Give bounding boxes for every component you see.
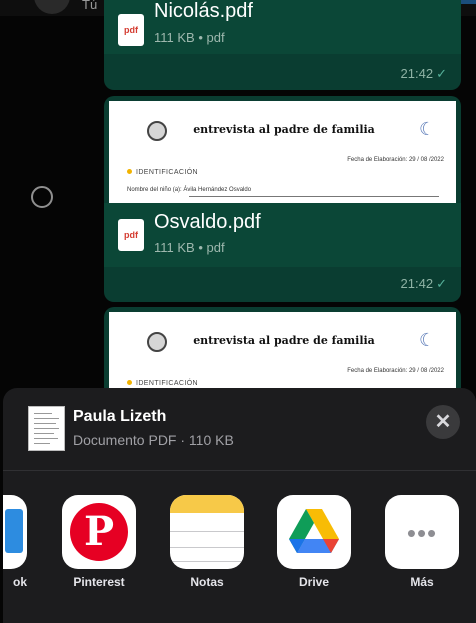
close-button[interactable]: ✕ (426, 405, 460, 439)
file-name: Nicolás.pdf (154, 0, 253, 22)
thumb-line (34, 423, 56, 424)
message-time: 21:42 ✓ (401, 276, 447, 292)
astronaut-icon (147, 332, 167, 352)
section-text: IDENTIFICACIÓN (136, 380, 198, 387)
pinterest-letter: P (83, 508, 115, 555)
thumb-line (34, 418, 59, 419)
pinterest-icon: P (62, 495, 136, 569)
app-row[interactable]: ok P Pinterest Notas Drive ••• Más (3, 471, 476, 623)
thumb-line (34, 413, 52, 414)
document-page: entrevista al padre de familia ☾ Fecha d… (109, 101, 456, 203)
thumb-line (34, 438, 58, 439)
sender-label: Tú (82, 0, 98, 12)
message-bubble[interactable]: entrevista al padre de familia ☾ Fecha d… (104, 96, 461, 302)
time-text: 21:42 (400, 66, 434, 81)
thumb-line (34, 428, 59, 429)
message-time: 21:42 ✓ (401, 66, 447, 82)
section-text: IDENTIFICACIÓN (136, 169, 198, 176)
app-notes[interactable]: Notas (170, 495, 244, 589)
section-heading: IDENTIFICACIÓN (127, 169, 198, 176)
moon-icon: ☾ (419, 119, 436, 139)
bullet-icon (127, 380, 132, 385)
file-meta: 111 KB • pdf (154, 30, 225, 45)
app-drive[interactable]: Drive (277, 495, 351, 589)
partial-app-icon (3, 495, 27, 569)
notes-line (170, 561, 244, 562)
app-label: ok (12, 575, 27, 589)
select-message-radio[interactable] (31, 186, 53, 208)
file-attachment[interactable]: pdf Nicolás.pdf 111 KB • pdf (104, 0, 461, 54)
more-dots: ••• (406, 518, 438, 548)
date-line: Fecha de Elaboración: 29 / 08 /2022 (347, 368, 444, 374)
drive-logo-svg (289, 509, 339, 553)
astronaut-icon (147, 121, 167, 141)
share-subtitle: Documento PDF · 110 KB (73, 432, 234, 448)
notes-icon (170, 495, 244, 569)
pdf-file-icon: pdf (118, 14, 144, 46)
file-meta: 111 KB • pdf (154, 240, 225, 255)
moon-icon: ☾ (419, 330, 436, 350)
pinterest-circle: P (70, 503, 128, 561)
file-attachment[interactable]: pdf Osvaldo.pdf 111 KB • pdf (104, 203, 461, 267)
app-more[interactable]: ••• Más (385, 495, 459, 589)
avatar (34, 0, 70, 14)
app-label: Más (410, 575, 434, 589)
bullet-icon (127, 169, 132, 174)
share-sheet: Paula Lizeth Documento PDF · 110 KB ✕ ok… (3, 388, 476, 623)
partial-app-mark (5, 509, 23, 553)
app-pinterest[interactable]: P Pinterest (62, 495, 136, 589)
name-line: Nombre del niño (a): Ávila Hernández Osv… (127, 187, 252, 193)
pdf-preview[interactable]: entrevista al padre de familia ☾ Fecha d… (109, 101, 456, 203)
message-bubble[interactable]: pdf Nicolás.pdf 111 KB • pdf 21:42 ✓ (104, 0, 461, 90)
app-partial[interactable]: ok (3, 495, 27, 589)
thumb-line (34, 443, 50, 444)
time-text: 21:42 (400, 276, 434, 291)
share-title: Paula Lizeth (73, 408, 167, 425)
document-title: entrevista al padre de familia (193, 334, 375, 347)
date-line: Fecha de Elaboración: 29 / 08 /2022 (347, 157, 444, 163)
app-label: Drive (298, 575, 330, 589)
app-label: Pinterest (73, 575, 125, 589)
notes-line (170, 531, 244, 532)
share-header: Paula Lizeth Documento PDF · 110 KB ✕ (3, 388, 476, 470)
document-thumbnail (28, 406, 65, 451)
notes-header (170, 495, 244, 513)
more-icon: ••• (385, 495, 459, 569)
pdf-file-icon: pdf (118, 219, 144, 251)
read-check-icon: ✓ (436, 276, 447, 291)
file-name: Osvaldo.pdf (154, 211, 261, 233)
app-label: Notas (190, 575, 224, 589)
notes-line (170, 547, 244, 548)
read-check-icon: ✓ (436, 66, 447, 81)
underline (189, 196, 439, 197)
thumb-line (34, 433, 54, 434)
document-title: entrevista al padre de familia (193, 123, 375, 136)
section-heading: IDENTIFICACIÓN (127, 380, 198, 387)
google-drive-icon (277, 495, 351, 569)
